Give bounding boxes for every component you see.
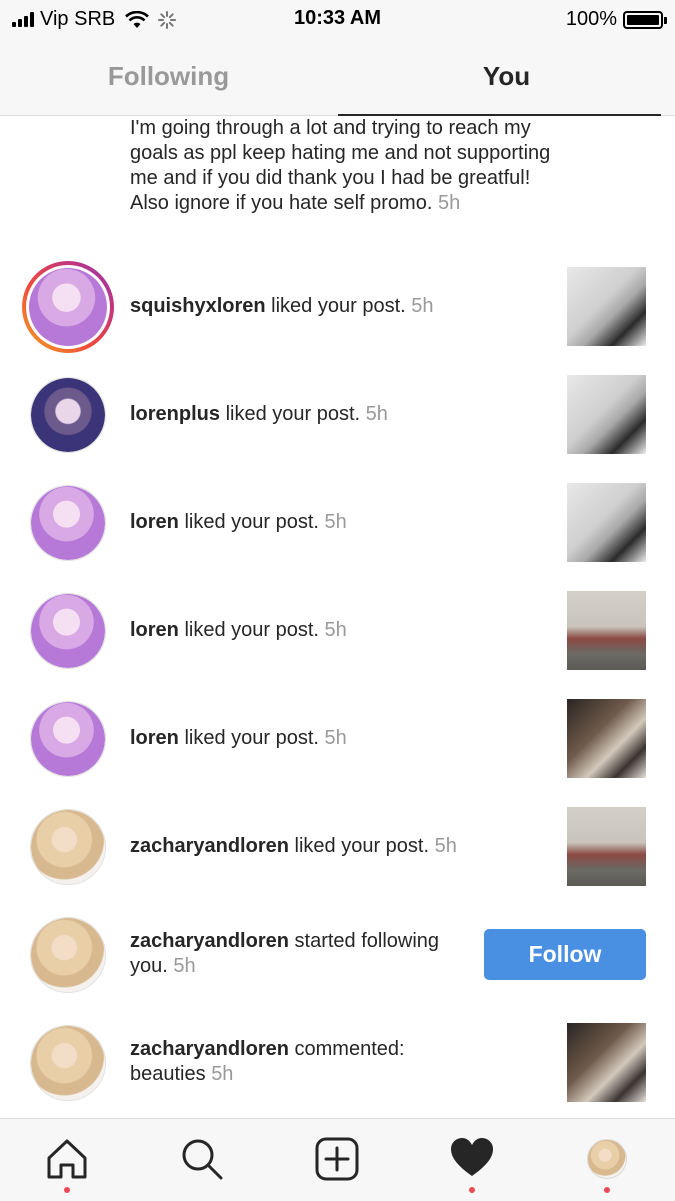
post-thumbnail[interactable]	[567, 483, 646, 562]
post-thumbnail[interactable]	[567, 1023, 646, 1102]
username[interactable]: zacharyandloren	[130, 1038, 289, 1060]
notification-dot	[604, 1187, 610, 1193]
notification-dot	[469, 1187, 475, 1193]
avatar	[29, 268, 107, 346]
activity-row[interactable]: zacharyandloren started following you. 5…	[0, 901, 675, 1009]
avatar[interactable]	[30, 485, 106, 561]
activity-row[interactable]: loren liked your post. 5h	[0, 469, 675, 577]
activity-row[interactable]: lorenplus liked your post. 5h	[0, 361, 675, 469]
activity-text: zacharyandloren liked your post. 5h	[130, 834, 550, 859]
activity-row[interactable]: zacharyandloren commented: beauties 5h	[0, 1009, 675, 1117]
activity-row[interactable]: loren liked your post. 5h	[0, 577, 675, 685]
activity-feed[interactable]: I'm going through a lot and trying to re…	[0, 116, 675, 1118]
avatar[interactable]	[30, 377, 106, 453]
activity-text: loren liked your post. 5h	[130, 618, 550, 643]
avatar[interactable]	[30, 701, 106, 777]
timestamp: 5h	[365, 403, 388, 425]
profile-avatar[interactable]	[587, 1139, 627, 1179]
status-bar: Vip SRB 10:33 AM 100%	[0, 0, 675, 38]
post-thumbnail[interactable]	[567, 699, 646, 778]
action-text: liked your post.	[294, 835, 430, 857]
home-icon	[47, 1139, 87, 1179]
username[interactable]: loren	[130, 727, 179, 749]
activity-text: zacharyandloren commented: beauties 5h	[130, 1037, 470, 1087]
post-thumbnail[interactable]	[567, 267, 646, 346]
timestamp: 5h	[324, 727, 347, 749]
activity-row[interactable]: zacharyandloren liked your post. 5h	[0, 793, 675, 901]
action-text: liked your post.	[184, 727, 319, 749]
action-text: liked your post.	[225, 403, 361, 425]
nav-add-post[interactable]	[270, 1119, 405, 1201]
timestamp: 5h	[173, 955, 196, 977]
post-thumbnail[interactable]	[567, 375, 646, 454]
activity-row[interactable]: loren liked your post. 5h	[0, 685, 675, 793]
avatar[interactable]	[30, 917, 106, 993]
username[interactable]: loren	[130, 511, 179, 533]
action-text: liked your post.	[184, 511, 319, 533]
nav-home[interactable]	[0, 1119, 135, 1201]
activity-text: zacharyandloren started following you. 5…	[130, 929, 470, 979]
action-text: liked your post.	[184, 619, 319, 641]
avatar[interactable]	[30, 593, 106, 669]
battery-percent: 100%	[565, 8, 617, 30]
comment-text: I'm going through a lot and trying to re…	[130, 116, 560, 216]
nav-activity[interactable]	[405, 1119, 540, 1201]
comment-time: 5h	[437, 192, 461, 214]
avatar[interactable]	[30, 809, 106, 885]
battery-icon	[623, 10, 667, 29]
notification-dot	[64, 1187, 70, 1193]
post-thumbnail[interactable]	[567, 807, 646, 886]
timestamp: 5h	[411, 295, 434, 317]
activity-heart-icon	[451, 1138, 493, 1176]
activity-row[interactable]: squishyxloren liked your post. 5h	[0, 253, 675, 361]
timestamp: 5h	[324, 619, 347, 641]
activity-tabs: Following You	[0, 38, 675, 116]
action-text: liked your post.	[271, 295, 406, 317]
status-right: 100%	[565, 8, 667, 31]
username[interactable]: squishyxloren	[130, 295, 266, 317]
timestamp: 5h	[211, 1063, 234, 1085]
tab-following[interactable]: Following	[0, 38, 337, 115]
avatar[interactable]	[30, 1025, 106, 1101]
nav-search[interactable]	[135, 1119, 270, 1201]
timestamp: 5h	[434, 835, 457, 857]
username[interactable]: zacharyandloren	[130, 930, 289, 952]
search-icon	[182, 1139, 223, 1180]
username[interactable]: zacharyandloren	[130, 835, 289, 857]
bottom-nav	[0, 1118, 675, 1201]
timestamp: 5h	[324, 511, 347, 533]
username[interactable]: lorenplus	[130, 403, 220, 425]
activity-text: lorenplus liked your post. 5h	[130, 402, 550, 427]
post-thumbnail[interactable]	[567, 591, 646, 670]
username[interactable]: loren	[130, 619, 179, 641]
tab-you[interactable]: You	[338, 38, 675, 115]
activity-text: squishyxloren liked your post. 5h	[130, 294, 550, 319]
add-post-icon	[315, 1137, 359, 1181]
activity-text: loren liked your post. 5h	[130, 726, 550, 751]
follow-button[interactable]: Follow	[484, 929, 646, 980]
activity-text: loren liked your post. 5h	[130, 510, 550, 535]
comment-body: I'm going through a lot and trying to re…	[130, 117, 551, 214]
avatar-story-ring[interactable]	[22, 261, 114, 353]
